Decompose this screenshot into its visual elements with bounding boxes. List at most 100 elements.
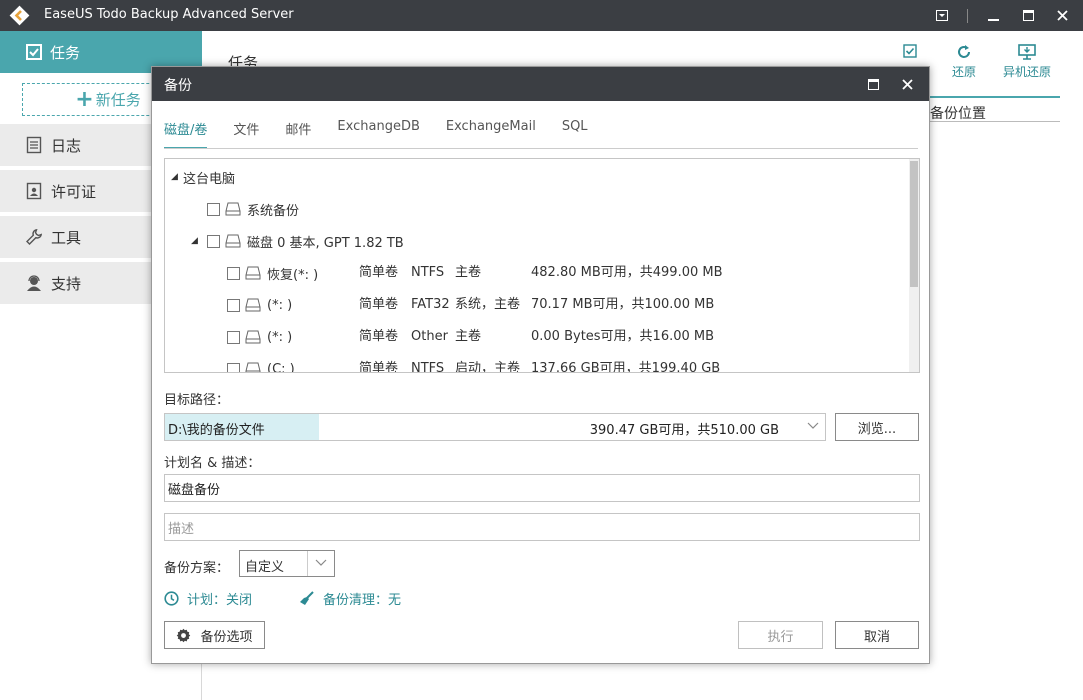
toolbar-check-button[interactable] xyxy=(903,44,917,61)
dialog-close-button[interactable] xyxy=(889,67,925,101)
tree-scrollbar[interactable] xyxy=(909,159,919,372)
broom-icon xyxy=(300,591,314,605)
target-free-space: 390.47 GB可用，共510.00 GB xyxy=(589,423,779,438)
disk-tree: ◢ 这台电脑 系统备份 ◢ 磁盘 0 基本, GPT 1.82 TB 恢复(*:… xyxy=(164,158,920,373)
disk-icon xyxy=(225,234,241,248)
sidebar-item-label: 许可证 xyxy=(51,182,97,201)
partition-type: 简单卷 xyxy=(359,297,399,312)
disk-icon xyxy=(245,362,261,372)
disk0-checkbox[interactable] xyxy=(207,234,220,248)
target-path-label: 目标路径： xyxy=(164,393,230,408)
restore-icon xyxy=(958,45,970,58)
collapse-arrow-icon[interactable]: ◢ xyxy=(171,172,183,182)
partition-fs: FAT32 xyxy=(411,297,450,312)
tab-exchangedb[interactable]: ExchangeDB xyxy=(337,119,419,149)
support-icon xyxy=(27,275,41,291)
gear-icon xyxy=(177,628,191,642)
partition-role: 系统，主卷 xyxy=(455,297,521,312)
close-button[interactable] xyxy=(1040,0,1083,31)
partition-checkbox[interactable] xyxy=(227,330,240,344)
sidebar-item-label: 日志 xyxy=(51,136,82,155)
scheme-select[interactable]: 自定义 xyxy=(239,550,335,577)
plan-label: 计划名 & 描述： xyxy=(164,456,261,471)
tab-sql[interactable]: SQL xyxy=(562,119,588,149)
partition-space: 482.80 MB可用，共499.00 MB xyxy=(531,265,723,280)
select-separator xyxy=(307,551,308,576)
clock-icon xyxy=(164,591,179,606)
partition-space: 137.66 GB可用，共199.40 GB xyxy=(531,361,721,373)
sidebar-item-label: 工具 xyxy=(51,228,82,247)
app-title: EaseUS Todo Backup Advanced Server xyxy=(44,7,294,22)
partition-name: (C: ) xyxy=(267,361,295,373)
scheme-label: 备份方案： xyxy=(164,561,230,576)
plus-icon: + xyxy=(75,86,94,112)
partition-checkbox[interactable] xyxy=(227,298,240,312)
dialog-tabs: 磁盘/卷 文件 邮件 ExchangeDB ExchangeMail SQL xyxy=(164,119,614,149)
tree-row-partition[interactable]: (*: ) 简单卷 Other 主卷 0.00 Bytes可用，共16.00 M… xyxy=(227,327,867,347)
partition-name: (*: ) xyxy=(267,329,293,345)
tree-item-disk0[interactable]: ◢ 磁盘 0 基本, GPT 1.82 TB xyxy=(191,231,404,251)
tab-file[interactable]: 文件 xyxy=(233,119,259,149)
tab-mail[interactable]: 邮件 xyxy=(285,119,311,149)
dialog-maximize-button[interactable] xyxy=(855,67,891,101)
partition-checkbox[interactable] xyxy=(227,362,240,372)
schedule-text: 计划：关闭 xyxy=(187,593,253,608)
dialog-titlebar: 备份 xyxy=(152,67,929,101)
sidebar-item-label: 支持 xyxy=(51,274,82,293)
easeus-logo-icon xyxy=(9,5,30,26)
app-titlebar: EaseUS Todo Backup Advanced Server xyxy=(0,0,1083,31)
tree-scrollbar-thumb[interactable] xyxy=(910,161,918,287)
system-backup-checkbox[interactable] xyxy=(207,202,220,216)
wrench-icon xyxy=(26,228,43,245)
backup-options-label: 备份选项 xyxy=(200,629,253,645)
tab-exchangemail[interactable]: ExchangeMail xyxy=(446,119,536,149)
partition-type: 简单卷 xyxy=(359,329,399,344)
universal-restore-label: 异机还原 xyxy=(1003,65,1052,79)
license-icon xyxy=(26,182,42,200)
new-task-label: 新任务 xyxy=(95,91,141,109)
partition-space: 0.00 Bytes可用，共16.00 MB xyxy=(531,329,715,344)
cleanup-text: 备份清理：无 xyxy=(323,593,402,608)
collapse-arrow-icon[interactable]: ◢ xyxy=(191,236,203,246)
browse-button[interactable]: 浏览... xyxy=(835,413,919,441)
universal-restore-icon xyxy=(1018,44,1036,60)
schedule-link[interactable]: 计划：关闭 xyxy=(164,589,252,608)
close-icon xyxy=(1056,10,1068,21)
description-input[interactable]: 描述 xyxy=(164,513,920,541)
log-icon xyxy=(26,136,42,154)
tree-root[interactable]: ◢ 这台电脑 xyxy=(171,167,235,187)
partition-checkbox[interactable] xyxy=(227,266,240,280)
restore-button[interactable]: 还原 xyxy=(952,44,976,80)
tree-root-label: 这台电脑 xyxy=(183,171,236,187)
cleanup-link[interactable]: 备份清理：无 xyxy=(299,589,401,608)
tree-row-partition[interactable]: (*: ) 简单卷 FAT32 系统，主卷 70.17 MB可用，共100.00… xyxy=(227,295,867,315)
column-header-location: 备份位置 xyxy=(930,106,986,122)
sidebar-item-label: 任务 xyxy=(50,43,81,62)
maximize-icon xyxy=(867,78,879,90)
target-path-dropdown[interactable]: D:\我的备份文件 390.47 GB可用，共510.00 GB xyxy=(164,413,826,441)
partition-role: 主卷 xyxy=(455,329,482,344)
tree-row-partition[interactable]: 恢复(*: ) 简单卷 NTFS 主卷 482.80 MB可用，共499.00 … xyxy=(227,263,867,283)
partition-fs: Other xyxy=(411,329,448,344)
plan-name-input[interactable]: 磁盘备份 xyxy=(164,474,920,502)
partition-space: 70.17 MB可用，共100.00 MB xyxy=(531,297,715,312)
checkbox-icon xyxy=(26,44,42,60)
scheme-value: 自定义 xyxy=(245,560,285,575)
execute-button[interactable]: 执行 xyxy=(738,621,823,649)
tabs-divider xyxy=(164,148,918,149)
disk-icon xyxy=(245,298,261,312)
dialog-title: 备份 xyxy=(164,78,192,94)
restore-label: 还原 xyxy=(952,65,977,79)
close-icon xyxy=(901,78,913,90)
backup-options-button[interactable]: 备份选项 xyxy=(164,621,265,649)
system-backup-label: 系统备份 xyxy=(247,203,300,219)
target-path-value: D:\我的备份文件 xyxy=(168,423,265,438)
partition-role: 主卷 xyxy=(455,265,482,280)
backup-dialog: 备份 磁盘/卷 文件 邮件 ExchangeDB ExchangeMail SQ… xyxy=(151,66,930,664)
disk-icon xyxy=(245,266,261,280)
cancel-button[interactable]: 取消 xyxy=(835,621,919,649)
tree-row-partition[interactable]: (C: ) 简单卷 NTFS 启动，主卷 137.66 GB可用，共199.40… xyxy=(227,359,867,373)
tab-disk-volume[interactable]: 磁盘/卷 xyxy=(164,119,208,149)
universal-restore-button[interactable]: 异机还原 xyxy=(1003,44,1051,80)
tree-item-system-backup[interactable]: 系统备份 xyxy=(207,199,299,219)
